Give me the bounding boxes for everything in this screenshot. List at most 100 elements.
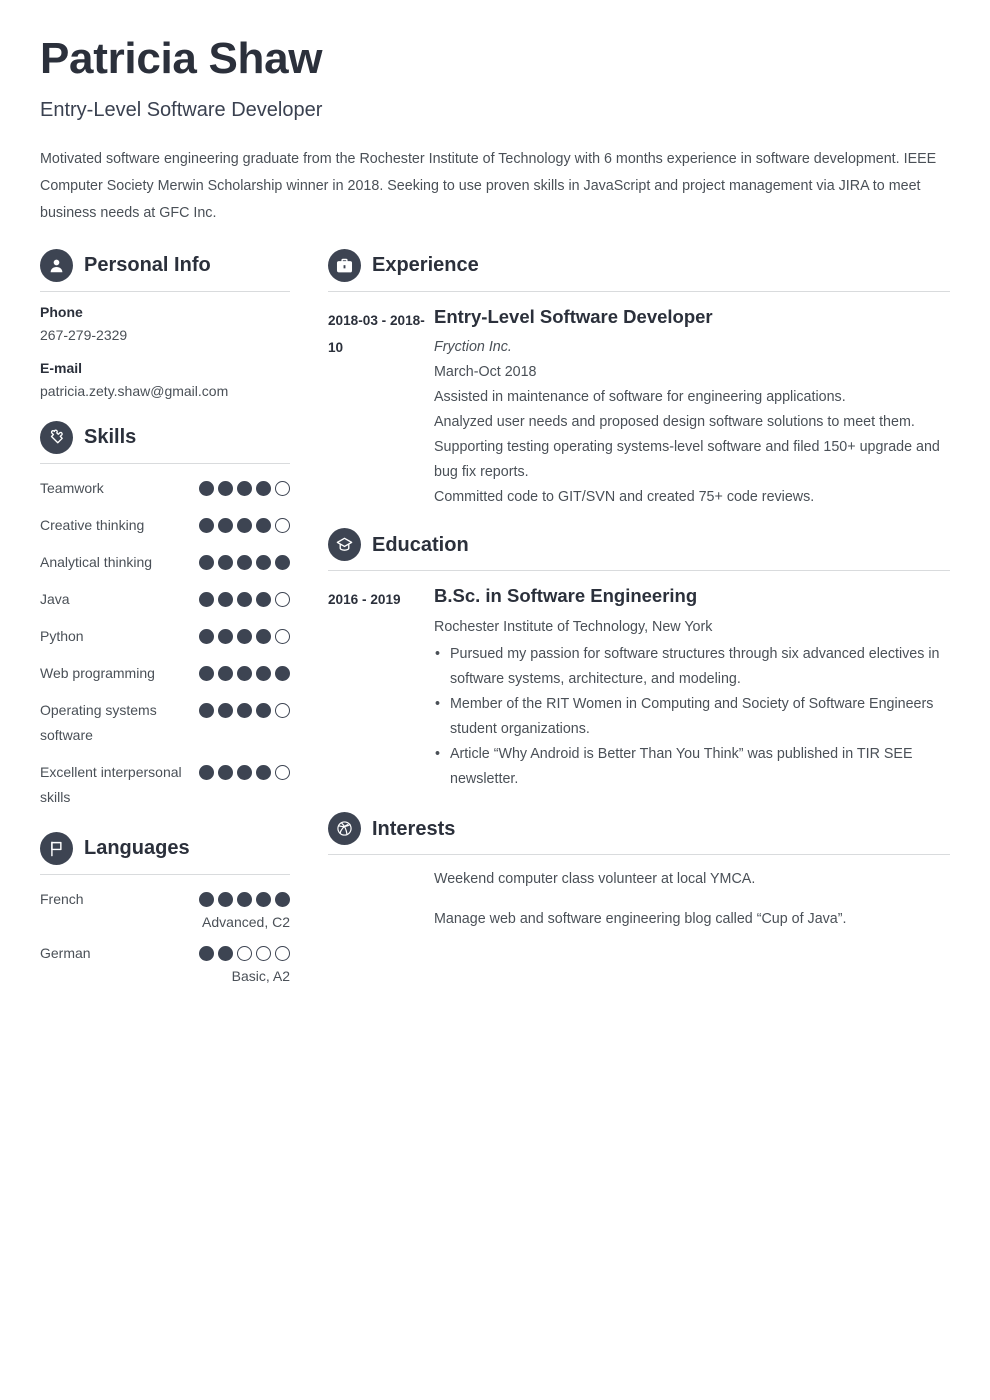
section-experience: Experience 2018-03 - 2018-10 Entry-Level … [328, 248, 950, 511]
rating-dot-filled [256, 480, 271, 496]
professional-summary: Motivated software engineering graduate … [40, 150, 937, 221]
section-title-personal-info: Personal Info [84, 254, 211, 277]
rating-dot-filled [256, 517, 271, 533]
rating-dot-filled [237, 517, 252, 533]
rating-dot-filled [256, 665, 271, 681]
rating-dot-empty [275, 517, 290, 533]
resume-page: Patricia Shaw Entry-Level Software Devel… [0, 0, 990, 1400]
resume-body: Personal Info Phone 267-279-2329 E-mail … [40, 248, 950, 995]
language-label: German [40, 944, 91, 961]
rating-dot-filled [237, 554, 252, 570]
main-column: Experience 2018-03 - 2018-10 Entry-Level … [328, 248, 950, 948]
rating-dot-empty [275, 591, 290, 607]
rating-dot-filled [218, 764, 233, 780]
education-entries: 2016 - 2019 B.Sc. in Software Engineering… [328, 571, 950, 792]
globe-ball-icon [328, 812, 361, 846]
skill-row: Java [40, 587, 290, 612]
rating-dots [199, 698, 290, 718]
skill-label: Analytical thinking [40, 553, 153, 570]
experience-entry: 2018-03 - 2018-10 Entry-Level Software De… [328, 304, 950, 511]
section-header-personal-info: Personal Info [40, 248, 290, 291]
rating-dot-filled [199, 764, 214, 780]
rating-dot-filled [237, 591, 252, 607]
section-title-experience: Experience [372, 254, 479, 277]
rating-dot-filled [218, 554, 233, 570]
resume-header: Patricia Shaw Entry-Level Software Devel… [40, 0, 950, 227]
rating-dot-filled [218, 665, 233, 681]
rating-dots [199, 661, 290, 681]
skill-label: Python [40, 627, 84, 644]
person-icon [40, 248, 73, 282]
rating-dot-filled [237, 702, 252, 718]
rating-dot-empty [275, 628, 290, 644]
skill-label: Java [40, 590, 70, 607]
education-details: B.Sc. in Software Engineering Rochester I… [434, 583, 950, 792]
rating-dot-filled [256, 591, 271, 607]
language-label: French [40, 890, 84, 907]
briefcase-icon [328, 248, 361, 282]
rating-dot-filled [275, 665, 290, 681]
rating-dot-empty [275, 945, 290, 961]
rating-dot-filled [237, 764, 252, 780]
interest-item: Manage web and software engineering blog… [434, 911, 847, 928]
rating-dots [199, 587, 290, 607]
rating-dot-empty [256, 945, 271, 961]
skill-row: Analytical thinking [40, 550, 290, 575]
rating-dot-filled [256, 702, 271, 718]
rating-dots [199, 513, 290, 533]
rating-dot-filled [218, 517, 233, 533]
rating-dot-filled [218, 891, 233, 907]
section-header-languages: Languages [40, 831, 290, 874]
section-languages: Languages French Advanced, C2 German Basic,… [40, 831, 290, 984]
rating-dots [199, 624, 290, 644]
rating-dot-filled [199, 945, 214, 961]
page-title: Patricia Shaw [40, 34, 323, 83]
rating-dot-filled [199, 480, 214, 496]
experience-line: Assisted in maintenance of software for … [434, 389, 846, 406]
sidebar-column: Personal Info Phone 267-279-2329 E-mail … [40, 248, 290, 995]
language-row: German Basic, A2 [40, 941, 290, 984]
education-date: 2016 - 2019 [328, 592, 401, 608]
experience-details: Entry-Level Software Developer Fryction I… [434, 304, 950, 511]
email-label: E-mail [40, 359, 83, 376]
interests-list: Weekend computer class volunteer at loca… [328, 855, 950, 932]
skill-label: Creative thinking [40, 516, 145, 533]
section-personal-info: Personal Info Phone 267-279-2329 E-mail … [40, 248, 290, 399]
rating-dot-filled [237, 891, 252, 907]
skill-label: Operating systems software [40, 701, 157, 743]
section-title-education: Education [372, 533, 469, 556]
email-value[interactable]: patricia.zety.shaw@gmail.com [40, 383, 290, 399]
section-education: Education 2016 - 2019 B.Sc. in Software E… [328, 528, 950, 792]
rating-dot-filled [199, 554, 214, 570]
skill-row: Web programming [40, 661, 290, 686]
rating-dot-filled [218, 945, 233, 961]
education-bullet-list: Pursued my passion for software structur… [434, 642, 950, 792]
phone-value[interactable]: 267-279-2329 [40, 327, 290, 343]
skill-label: Teamwork [40, 479, 104, 496]
rating-dot-filled [218, 480, 233, 496]
rating-dot-filled [237, 480, 252, 496]
section-title-languages: Languages [84, 837, 190, 860]
section-skills: Skills Teamwork Creative thinking Analytic… [40, 420, 290, 810]
language-level: Basic, A2 [231, 967, 290, 984]
education-bullet: Article “Why Android is Better Than You … [434, 742, 950, 792]
personal-info-list: Phone 267-279-2329 E-mail patricia.zety.… [40, 292, 290, 399]
experience-period: March-Oct 2018 [434, 364, 537, 381]
rating-dot-filled [218, 702, 233, 718]
skills-list: Teamwork Creative thinking Analytical thin… [40, 464, 290, 810]
rating-dot-filled [256, 891, 271, 907]
education-bullet: Pursued my passion for software structur… [434, 642, 950, 692]
rating-dot-filled [199, 665, 214, 681]
rating-dots [199, 476, 290, 496]
rating-dot-empty [275, 702, 290, 718]
puzzle-piece-icon [40, 420, 73, 454]
flag-icon [40, 831, 73, 865]
rating-dot-filled [199, 891, 214, 907]
experience-job-title: Entry-Level Software Developer [434, 305, 713, 327]
section-header-education: Education [328, 528, 950, 570]
rating-dot-filled [256, 764, 271, 780]
section-title-interests: Interests [372, 817, 456, 840]
languages-list: French Advanced, C2 German Basic, A2 [40, 875, 290, 984]
rating-dot-filled [256, 628, 271, 644]
rating-dot-filled [218, 628, 233, 644]
